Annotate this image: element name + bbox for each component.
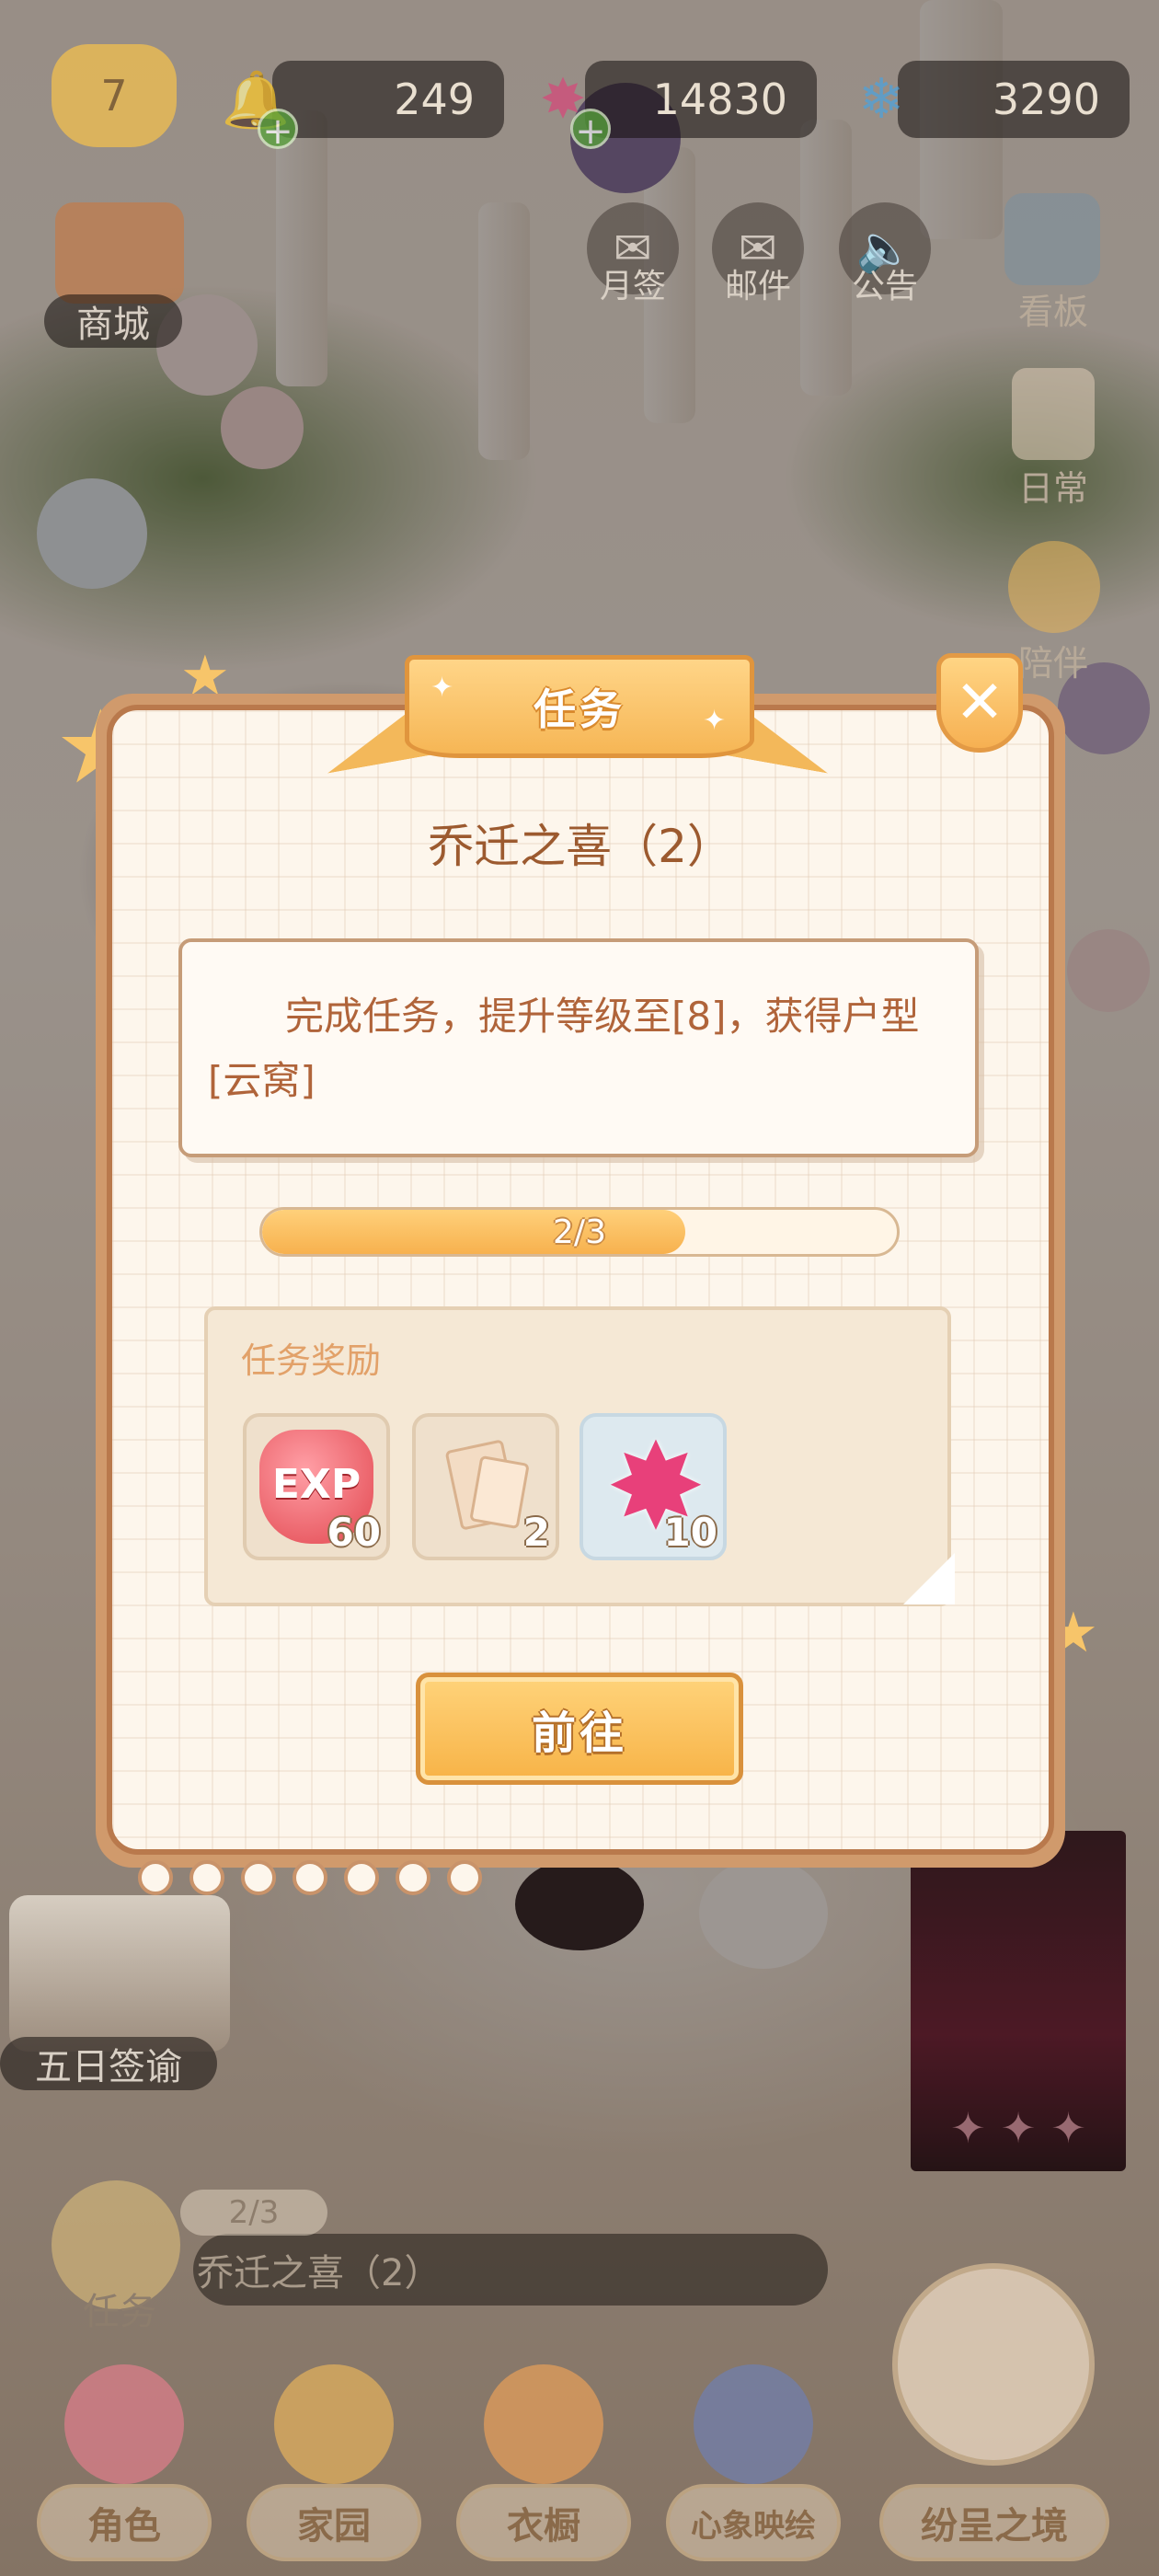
gem-count: 14830 (652, 75, 787, 124)
nav-realm-label: 纷呈之境 (879, 2484, 1109, 2561)
monthly-sign-label: 月签 (599, 268, 666, 305)
quest-progress-bar: 2/3 (259, 1207, 900, 1257)
hat-icon (484, 2364, 603, 2484)
reward-item-gem[interactable]: ✸ 10 (580, 1413, 727, 1560)
reward-count: 60 (327, 1510, 381, 1555)
scallop-decoration (241, 1860, 276, 1895)
exp-icon-label: EXP (271, 1461, 361, 1508)
scallop-decoration (293, 1860, 327, 1895)
mail-label: 邮件 (724, 268, 791, 305)
scallop-decoration (189, 1860, 224, 1895)
snow-counter: 3290 (898, 61, 1130, 138)
nav-home[interactable]: 家园 (247, 2364, 421, 2567)
level-text: 7 (100, 71, 128, 121)
quest-description: 完成任务，提升等级至[8]，获得户型[云窝] (208, 994, 920, 1103)
gem-counter: 14830 (585, 61, 817, 138)
go-button[interactable]: 前往 (416, 1673, 743, 1785)
snowflake-icon: ❄ (857, 67, 905, 132)
shop-label: 商城 (76, 304, 150, 346)
quest-tracker-bar[interactable]: 乔迁之喜（2） (193, 2234, 828, 2306)
nav-role-label: 角色 (37, 2484, 212, 2561)
quest-tracker-progress-text: 2/3 (228, 2194, 280, 2231)
close-button[interactable]: ✕ (936, 653, 1023, 753)
board-avatar-icon[interactable] (1004, 193, 1100, 285)
paper-item-icon-back (469, 1455, 530, 1530)
daily-calendar-icon[interactable] (1012, 368, 1095, 460)
nav-wardrobe-label: 衣橱 (456, 2484, 631, 2561)
companion-clock-icon[interactable] (1008, 541, 1100, 633)
five-day-sign-label: 五日签谕 (35, 2046, 182, 2088)
quest-tracker-progress: 2/3 (180, 2190, 327, 2236)
bell-add-button[interactable]: + (258, 109, 298, 152)
house-icon (274, 2364, 394, 2484)
five-day-sign-button[interactable]: 五日签谕 (0, 2037, 217, 2090)
clock-icon (892, 2263, 1095, 2466)
reward-title: 任务奖励 (241, 1340, 382, 1381)
scallop-decoration (138, 1860, 173, 1895)
bell-counter: 249 (272, 61, 504, 138)
level-badge[interactable]: 7 (52, 44, 177, 147)
scallop-decoration (396, 1860, 430, 1895)
quest-label: 任务 (83, 2291, 156, 2333)
quest-description-box: 完成任务，提升等级至[8]，获得户型[云窝] (178, 938, 979, 1157)
nav-home-label: 家园 (247, 2484, 421, 2561)
nav-heart-image[interactable]: 心象映绘 (666, 2364, 841, 2567)
sparkle-icon: ✦ (430, 672, 454, 704)
scallop-decoration (344, 1860, 379, 1895)
nav-role[interactable]: 角色 (37, 2364, 212, 2567)
dialog-header-banner: 任务 (405, 655, 754, 758)
bell-count: 249 (394, 75, 475, 124)
reward-item-exp[interactable]: EXP 60 (243, 1413, 390, 1560)
quest-progress-text: 2/3 (553, 1213, 606, 1251)
reward-panel: 任务奖励 EXP 60 2 ✸ 10 (204, 1306, 951, 1606)
gem-add-button[interactable]: + (570, 109, 611, 152)
go-button-label: 前往 (531, 1708, 627, 1759)
shop-button[interactable]: 商城 (44, 294, 182, 348)
board-label: 看板 (1017, 292, 1088, 332)
nav-realm[interactable]: 纷呈之境 (874, 2263, 1113, 2567)
close-icon: ✕ (955, 669, 1004, 737)
sparkle-icon: ✦ (703, 705, 727, 737)
nav-heart-image-label: 心象映绘 (666, 2484, 841, 2561)
quest-tracker-name: 乔迁之喜（2） (197, 2252, 442, 2294)
five-day-sign-art[interactable] (9, 1895, 230, 2052)
role-portrait-icon (64, 2364, 184, 2484)
daily-label: 日常 (1017, 468, 1088, 509)
quest-title: 乔迁之喜（2） (428, 820, 733, 873)
notice-label: 公告 (851, 268, 918, 305)
shop-gift-icon[interactable] (55, 202, 184, 304)
reward-count: 10 (663, 1510, 717, 1555)
reward-item-paper[interactable]: 2 (412, 1413, 559, 1560)
scallop-decoration (447, 1860, 482, 1895)
cards-icon (694, 2364, 813, 2484)
snow-count: 3290 (992, 75, 1100, 124)
reward-count: 2 (522, 1510, 550, 1555)
nav-wardrobe[interactable]: 衣橱 (456, 2364, 631, 2567)
dialog-header-text: 任务 (534, 684, 625, 734)
